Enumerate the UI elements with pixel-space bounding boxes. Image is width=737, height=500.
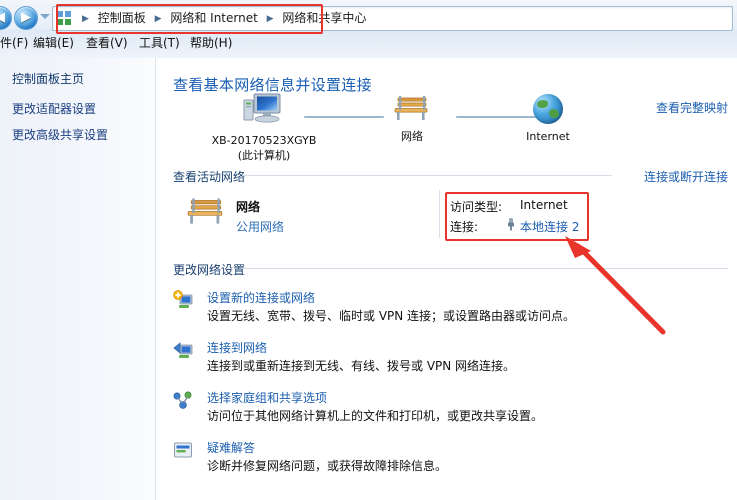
option-desc-homegroup-sharing: 访问位于其他网络计算机上的文件和打印机，或更改共享设置。 — [207, 409, 544, 423]
menu-item-view[interactable]: 查看(V) — [86, 32, 128, 54]
details-divider — [439, 190, 440, 238]
computer-icon — [243, 93, 281, 123]
breadcrumb-item-1[interactable]: 网络和 Internet — [170, 11, 257, 25]
globe-icon — [533, 94, 563, 124]
homegroup-icon — [173, 391, 192, 409]
connect-or-disconnect-link[interactable]: 连接或断开连接 — [644, 168, 728, 185]
active-network-type-link[interactable]: 公用网络 — [236, 218, 284, 235]
network-sharing-center-window: ◀ ▶ ▶ 控制面板 ▶ 网络和 Internet ▶ — [0, 0, 737, 500]
option-title-homegroup-sharing[interactable]: 选择家庭组和共享选项 — [207, 389, 327, 406]
troubleshoot-icon — [174, 442, 192, 458]
network-plug-icon — [508, 218, 514, 231]
menu-item-tools[interactable]: 工具(T) — [139, 32, 180, 54]
option-title-setup-new-connection[interactable]: 设置新的连接或网络 — [207, 289, 315, 306]
connect-network-icon — [173, 342, 193, 358]
change-settings-header: 更改网络设置 — [173, 263, 246, 277]
back-button[interactable]: ◀ — [0, 6, 12, 30]
new-connection-icon — [173, 290, 193, 308]
sidebar-item-change-adapter-settings[interactable]: 更改适配器设置 — [12, 100, 96, 117]
menu-item-edit[interactable]: 编辑(E) — [33, 32, 74, 54]
window-chrome: ◀ ▶ ▶ 控制面板 ▶ 网络和 Internet ▶ — [0, 0, 737, 58]
option-title-troubleshoot[interactable]: 疑难解答 — [207, 439, 255, 456]
network-map: XB-20170523XGYB (此计算机) 网络 Internet — [156, 92, 737, 163]
breadcrumb-item-0[interactable]: 控制面板 — [98, 11, 146, 25]
access-type-value: Internet — [520, 198, 568, 212]
breadcrumb-item-2[interactable]: 网络和共享中心 — [282, 11, 366, 25]
breadcrumb-separator-2: ▶ — [266, 14, 274, 24]
forward-arrow-icon: ▶ — [21, 10, 31, 25]
breadcrumb-separator-0: ▶ — [82, 14, 89, 24]
local-connection-link[interactable]: 本地连接 2 — [520, 218, 579, 235]
history-dropdown-button[interactable] — [40, 13, 50, 22]
map-node-label-computer: XB-20170523XGYB — [211, 134, 317, 147]
menu-item-help[interactable]: 帮助(H) — [190, 32, 232, 54]
breadcrumb[interactable]: ▶ 控制面板 ▶ 网络和 Internet ▶ 网络和共享中心 — [77, 7, 366, 30]
menu-bar: 件(F) 编辑(E) 查看(V) 工具(T) 帮助(H) — [0, 32, 737, 54]
active-network-name: 网络 — [236, 200, 261, 214]
menu-item-file[interactable]: 件(F) — [0, 32, 28, 54]
active-network-bench-icon — [187, 198, 223, 224]
change-settings-rule — [242, 268, 728, 269]
map-node-this-computer[interactable]: XB-20170523XGYB (此计算机) — [194, 92, 334, 163]
option-desc-connect-to-network: 连接到或重新连接到无线、有线、拨号或 VPN 网络连接。 — [207, 359, 516, 373]
option-desc-troubleshoot: 诊断并修复网络问题，或获得故障排除信息。 — [207, 459, 448, 473]
active-networks-header: 查看活动网络 — [173, 170, 246, 184]
breadcrumb-separator-1: ▶ — [154, 14, 162, 24]
connections-label: 连接: — [450, 220, 479, 234]
access-type-label: 访问类型: — [450, 200, 503, 214]
sidebar-item-change-advanced-sharing[interactable]: 更改高级共享设置 — [12, 126, 108, 143]
option-desc-setup-new-connection: 设置无线、宽带、拨号、临时或 VPN 连接；或设置路由器或访问点。 — [207, 309, 576, 323]
map-node-label-internet: Internet — [526, 130, 570, 143]
navigation-row: ◀ ▶ ▶ 控制面板 ▶ 网络和 Internet ▶ — [0, 4, 737, 31]
main-content: 查看基本网络信息并设置连接 查看完整映射 XB-20170523XGYB (此计… — [156, 58, 737, 500]
map-node-label-network: 网络 — [401, 130, 423, 143]
sidebar: 控制面板主页 更改适配器设置 更改高级共享设置 — [0, 58, 156, 500]
back-arrow-icon: ◀ — [0, 7, 11, 29]
map-node-sublabel-computer: (此计算机) — [237, 149, 291, 162]
map-node-internet[interactable]: Internet — [508, 94, 588, 143]
option-title-connect-to-network[interactable]: 连接到网络 — [207, 339, 267, 356]
sidebar-item-control-panel-home[interactable]: 控制面板主页 — [12, 70, 84, 87]
forward-button[interactable]: ▶ — [14, 6, 38, 30]
address-bar[interactable]: ▶ 控制面板 ▶ 网络和 Internet ▶ 网络和共享中心 — [52, 6, 733, 31]
map-node-network[interactable]: 网络 — [372, 94, 452, 144]
control-panel-icon — [57, 11, 71, 25]
bench-icon — [394, 96, 428, 120]
active-networks-rule — [242, 175, 612, 176]
